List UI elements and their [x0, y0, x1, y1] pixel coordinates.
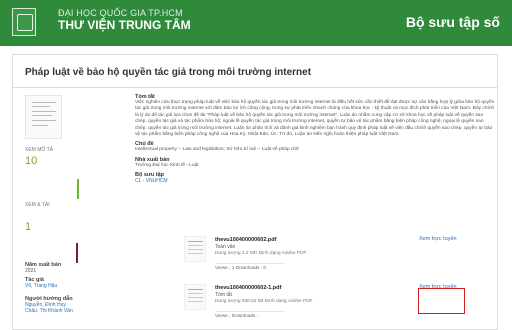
pdf-icon: [184, 236, 206, 262]
abstract-text: Việc nghiên cứu thực trạng pháp luật về …: [135, 100, 495, 138]
file-subtitle: Toàn văn: [215, 244, 236, 250]
file-size-format: Dung lượng 630.52 kB Định dạng Adobe PDF: [215, 299, 313, 304]
divider: [215, 311, 285, 312]
downloads-bar: [76, 243, 78, 263]
views-stat-label: XEM MÔ TẢ: [25, 147, 53, 153]
file-views-downloads: Views : 1 Downloads : 0: [215, 266, 267, 271]
collection-link[interactable]: CL - VNUHCM: [135, 178, 497, 184]
document-thumbnail[interactable]: [25, 95, 62, 139]
file-name[interactable]: thevu100400000602-1.pdf: [215, 285, 281, 291]
views-count: 10: [25, 155, 38, 167]
file-format-label: Định dạng: [264, 299, 287, 304]
item-title: Pháp luật về bảo hộ quyền tác giả trong …: [13, 55, 497, 88]
file-format: Adobe PDF: [281, 251, 307, 256]
subject-text: Intellectual property -- Law and legisla…: [135, 147, 299, 153]
pdf-icon: [184, 284, 206, 310]
university-name: ĐẠI HỌC QUỐC GIA TP.HCM: [58, 8, 183, 18]
university-logo-icon[interactable]: [12, 8, 36, 36]
item-card: Pháp luật về bảo hộ quyền tác giả trong …: [12, 54, 498, 330]
file-size-label: Dung lượng: [215, 299, 241, 304]
file-name[interactable]: thevu100400000602.pdf: [215, 237, 276, 243]
file-entry: thevu100400000602.pdf Toàn văn Dung lượn…: [184, 236, 494, 277]
view-online-link[interactable]: Xem trực tuyến: [419, 236, 457, 242]
file-size-label: Dung lượng: [215, 251, 241, 256]
file-size-format: Dung lượng 2.2 MD Định dạng Adobe PDF: [215, 251, 306, 256]
advisor-link-2[interactable]: Châu, Thị Khánh Vân: [25, 308, 73, 314]
publisher-text: Trường Đại học Kinh tế - Luật: [135, 162, 199, 168]
file-format-label: Định dạng: [258, 251, 281, 256]
file-size: 2.2 MD: [241, 251, 258, 256]
downloads-stat-label: XEM & TẢI: [25, 202, 50, 208]
item-description: Tóm tắt Việc nghiên cứu thực trạng pháp …: [135, 91, 497, 184]
file-size: 630.52 kB: [241, 299, 264, 304]
site-header: ĐẠI HỌC QUỐC GIA TP.HCM THƯ VIỆN TRUNG T…: [0, 0, 512, 46]
downloads-count: 1: [25, 221, 32, 233]
author-link[interactable]: Võ, Trang Hậu: [25, 283, 57, 289]
divider: [215, 263, 285, 264]
collection-title[interactable]: Bộ sưu tập số: [406, 14, 500, 30]
file-format: Adobe PDF: [287, 299, 313, 304]
library-name[interactable]: THƯ VIỆN TRUNG TÂM: [58, 18, 191, 32]
year-value: 2021: [25, 268, 37, 274]
view-online-highlight: [418, 288, 465, 314]
views-bar: [77, 179, 79, 199]
file-views-downloads: Views : Downloads :: [215, 314, 259, 319]
file-subtitle: Tóm tắt: [215, 292, 232, 298]
